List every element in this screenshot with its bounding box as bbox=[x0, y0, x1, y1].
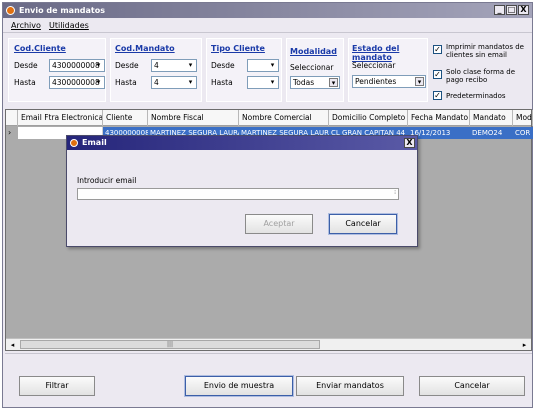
tipo-cliente-desde-combo[interactable]: ▾ bbox=[247, 59, 279, 72]
filtrar-button[interactable]: Filtrar bbox=[19, 376, 95, 396]
chevron-down-icon: ▾ bbox=[188, 61, 193, 69]
cancelar-button[interactable]: Cancelar bbox=[419, 376, 525, 396]
cod-mandato-desde-combo[interactable]: 4 ▾ bbox=[151, 59, 197, 72]
aceptar-button[interactable]: Aceptar bbox=[245, 214, 313, 234]
row-header-corner bbox=[6, 110, 18, 126]
estado-mandato-title: Estado del mandato bbox=[352, 44, 400, 62]
tipo-cliente-title: Tipo Cliente bbox=[211, 44, 265, 53]
cod-cliente-group: Cod.Cliente Desde 4300000008 ▾ Hasta 4300… bbox=[8, 38, 106, 102]
cod-mandato-hasta-combo[interactable]: 4 ▾ bbox=[151, 76, 197, 89]
chevron-down-icon: ▾ bbox=[270, 61, 275, 69]
solo-recibo-label: Solo clase forma de pago recibo bbox=[446, 68, 516, 84]
predeterminados-label: Predeterminados bbox=[446, 92, 506, 100]
email-input[interactable]: ⁝ bbox=[77, 188, 399, 200]
modalidad-select-label: Seleccionar bbox=[290, 63, 334, 72]
email-label: Introducir email bbox=[77, 176, 137, 185]
tipo-cliente-desde-label: Desde bbox=[211, 61, 235, 70]
scroll-thumb[interactable]: ||| bbox=[20, 340, 320, 349]
cod-cliente-hasta-label: Hasta bbox=[14, 78, 36, 87]
col-modalidad[interactable]: Moda bbox=[513, 110, 533, 126]
minimize-button[interactable]: _ bbox=[494, 5, 505, 15]
grid-header: Email Ftra Electronica Cliente Nombre Fi… bbox=[6, 110, 533, 126]
modalidad-group: Modalidad Seleccionar Todas ▾ bbox=[286, 38, 344, 102]
window-title: Envio de mandatos bbox=[19, 6, 105, 15]
horizontal-scrollbar[interactable]: ◂ ||| ▸ bbox=[6, 338, 531, 350]
col-nombre-fiscal[interactable]: Nombre Fiscal bbox=[148, 110, 239, 126]
footer-bar: Filtrar Envio de muestra Enviar mandatos… bbox=[5, 353, 532, 405]
chevron-down-icon: ▾ bbox=[415, 77, 424, 86]
cod-mandato-desde-label: Desde bbox=[115, 61, 139, 70]
scroll-left-icon[interactable]: ◂ bbox=[7, 340, 18, 350]
col-cliente[interactable]: Cliente bbox=[103, 110, 148, 126]
enviar-mandatos-button[interactable]: Enviar mandatos bbox=[296, 376, 404, 396]
input-resize-icon: ⁝ bbox=[394, 189, 396, 196]
col-nombre-comercial[interactable]: Nombre Comercial bbox=[239, 110, 329, 126]
col-email[interactable]: Email Ftra Electronica bbox=[18, 110, 103, 126]
cod-cliente-hasta-combo[interactable]: 4300000008 ▾ bbox=[49, 76, 105, 89]
tipo-cliente-hasta-label: Hasta bbox=[211, 78, 233, 87]
col-domicilio[interactable]: Domicilio Completo bbox=[329, 110, 408, 126]
cod-cliente-title: Cod.Cliente bbox=[14, 44, 66, 53]
col-fecha[interactable]: Fecha Mandato bbox=[408, 110, 470, 126]
app-icon bbox=[6, 6, 15, 15]
cod-mandato-title: Cod.Mandato bbox=[115, 44, 175, 53]
menu-archivo[interactable]: Archivo bbox=[11, 21, 41, 30]
modalidad-combo[interactable]: Todas ▾ bbox=[290, 76, 340, 89]
close-button[interactable]: X bbox=[518, 5, 529, 15]
tipo-cliente-group: Tipo Cliente Desde ▾ Hasta ▾ bbox=[206, 38, 282, 102]
chevron-down-icon: ▾ bbox=[96, 78, 101, 86]
cod-mandato-group: Cod.Mandato Desde 4 ▾ Hasta 4 ▾ bbox=[110, 38, 202, 102]
maximize-button[interactable]: □ bbox=[506, 5, 517, 15]
scroll-right-icon[interactable]: ▸ bbox=[519, 340, 530, 350]
envio-muestra-button[interactable]: Envio de muestra bbox=[184, 375, 294, 397]
chevron-down-icon: ▾ bbox=[96, 61, 101, 69]
chevron-down-icon: ▾ bbox=[270, 78, 275, 86]
cod-mandato-hasta-label: Hasta bbox=[115, 78, 137, 87]
solo-recibo-checkbox[interactable]: ✓ bbox=[433, 70, 442, 79]
dialog-cancelar-button[interactable]: Cancelar bbox=[328, 213, 398, 235]
imprimir-sin-email-label: Imprimir mandatos de clientes sin email bbox=[446, 43, 524, 59]
estado-mandato-group: Estado del mandato Seleccionar Pendiente… bbox=[348, 38, 428, 102]
dialog-close-button[interactable]: X bbox=[404, 138, 415, 148]
cell-mandato[interactable]: DEMO24 bbox=[470, 127, 513, 139]
tipo-cliente-hasta-combo[interactable]: ▾ bbox=[247, 76, 279, 89]
col-mandato[interactable]: Mandato bbox=[470, 110, 513, 126]
modalidad-title: Modalidad bbox=[290, 47, 337, 56]
app-icon bbox=[70, 139, 78, 147]
email-dialog: Email X Introducir email ⁝ Aceptar Cance… bbox=[66, 135, 418, 247]
menu-utilidades[interactable]: Utilidades bbox=[49, 21, 89, 30]
cell-modalidad[interactable]: COR bbox=[513, 127, 533, 139]
window-titlebar: Envio de mandatos _ □ X bbox=[3, 3, 532, 18]
cod-cliente-desde-label: Desde bbox=[14, 61, 38, 70]
menubar: Archivo Utilidades bbox=[3, 19, 532, 33]
predeterminados-checkbox[interactable]: ✓ bbox=[433, 91, 442, 100]
chevron-down-icon: ▾ bbox=[329, 78, 338, 87]
estado-mandato-select-label: Seleccionar bbox=[352, 61, 396, 70]
filters-panel: Cod.Cliente Desde 4300000008 ▾ Hasta 4300… bbox=[5, 35, 532, 105]
imprimir-sin-email-checkbox[interactable]: ✓ bbox=[433, 45, 442, 54]
cod-cliente-desde-combo[interactable]: 4300000008 ▾ bbox=[49, 59, 105, 72]
dialog-title: Email bbox=[82, 138, 107, 147]
chevron-down-icon: ▾ bbox=[188, 78, 193, 86]
estado-mandato-combo[interactable]: Pendientes ▾ bbox=[352, 75, 426, 88]
dialog-titlebar: Email X bbox=[67, 136, 417, 150]
